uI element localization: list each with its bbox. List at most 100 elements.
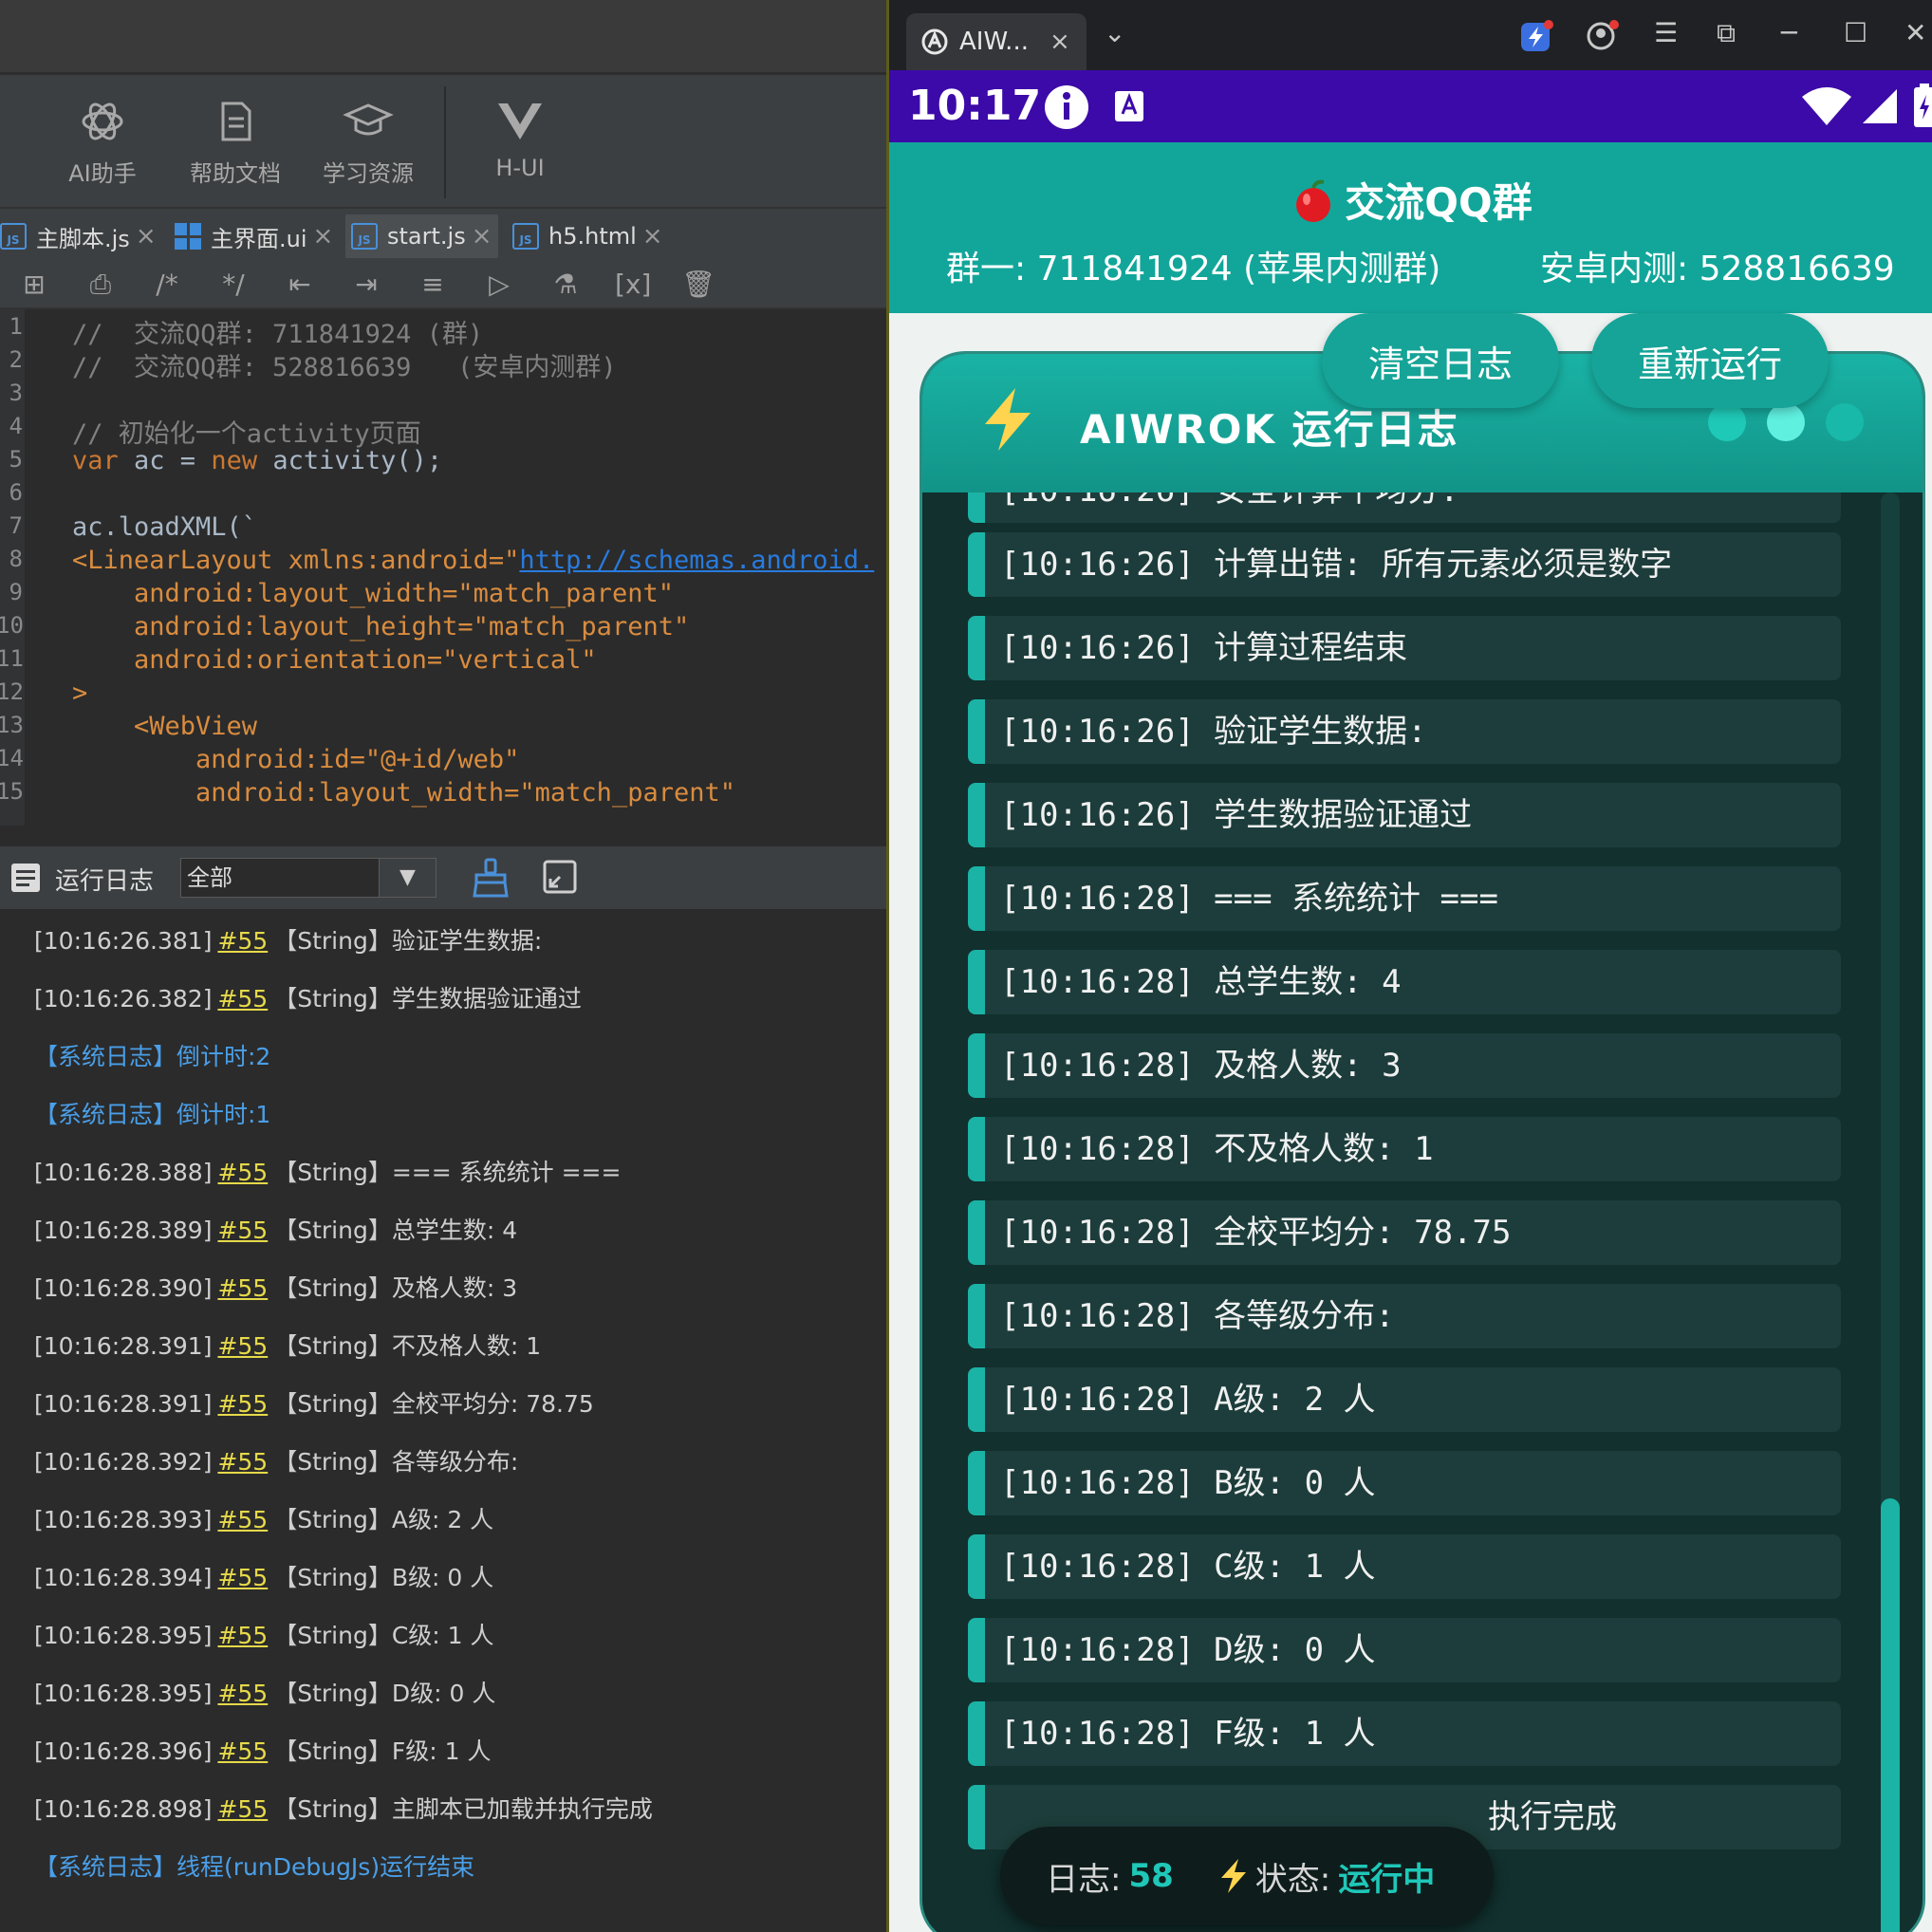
- help-doc-button[interactable]: 帮助文档: [169, 96, 302, 188]
- emulator-tab[interactable]: AIW... ×: [906, 13, 1087, 70]
- log-source-link[interactable]: #55: [217, 1506, 268, 1533]
- chevron-down-icon[interactable]: ⌄: [1104, 17, 1125, 48]
- variable-icon[interactable]: [x]: [615, 268, 651, 302]
- graduation-cap-icon: [343, 103, 394, 136]
- system-log-row: 【系统日志】线程(runDebugJs)运行结束: [34, 1853, 475, 1881]
- log-list-icon: [11, 864, 40, 892]
- log-entry: [10:16:26] 计算出错: 所有元素必须是数字: [968, 532, 1841, 597]
- account-icon[interactable]: [1586, 19, 1620, 53]
- system-log-row: 【系统日志】倒计时:2: [34, 1043, 271, 1070]
- log-source-link[interactable]: #55: [217, 1737, 268, 1765]
- run-icon[interactable]: ▷: [482, 268, 516, 302]
- maximize-icon[interactable]: ☐: [1844, 17, 1867, 48]
- print-icon[interactable]: ⎙: [84, 268, 118, 302]
- clear-log-button[interactable]: 清空日志: [1322, 313, 1559, 408]
- log-source-link[interactable]: #55: [217, 1159, 268, 1186]
- log-entry: [10:16:26] 验证学生数据:: [968, 699, 1841, 764]
- log-panel-header: 运行日志 全部 ▼: [0, 846, 886, 909]
- log-filter-select[interactable]: 全部 ▼: [180, 858, 437, 898]
- vue-logo-icon: [498, 103, 542, 139]
- run-log-card: AIWROK 运行日志 [10:16:26] 安全计算平均分: [10:16:2…: [920, 351, 1925, 1932]
- status-time: 10:17: [908, 82, 1042, 130]
- log-entry: [10:16:28] B级: 0 人: [968, 1451, 1841, 1515]
- log-source-link[interactable]: #55: [217, 1274, 268, 1302]
- file-tab-bar: JS 主脚本.js × 主界面.ui × JS start.js × JS h5…: [0, 207, 886, 260]
- close-icon[interactable]: ×: [136, 222, 157, 251]
- log-source-link[interactable]: #55: [217, 1564, 268, 1591]
- log-row: [10:16:28.391] #55 【String】不及格人数: 1: [34, 1332, 542, 1360]
- log-entry: [10:16:28] 不及格人数: 1: [968, 1117, 1841, 1181]
- log-source-link[interactable]: #55: [217, 1332, 268, 1360]
- comment-start-icon[interactable]: /*: [150, 268, 184, 302]
- log-entry: [10:16:26] 学生数据验证通过: [968, 783, 1841, 847]
- android-status-bar: 10:17: [889, 70, 1932, 142]
- log-row: [10:16:28.391] #55 【String】全校平均分: 78.75: [34, 1390, 594, 1418]
- expand-icon[interactable]: [543, 860, 577, 894]
- signal-icon: [1863, 89, 1897, 123]
- log-source-link[interactable]: #55: [217, 985, 268, 1012]
- tab-main-ui[interactable]: 主界面.ui ×: [175, 214, 333, 258]
- log-row: [10:16:28.394] #55 【String】B级: 0 人: [34, 1564, 494, 1591]
- outdent-icon[interactable]: ⇤: [283, 268, 317, 302]
- js-file-icon: JS: [0, 223, 27, 250]
- close-window-icon[interactable]: ✕: [1904, 17, 1926, 48]
- js-file-icon: JS: [512, 223, 539, 250]
- log-row: [10:16:28.395] #55 【String】D级: 0 人: [34, 1680, 496, 1707]
- close-icon[interactable]: ×: [472, 222, 492, 251]
- editor-toolbar: ⊞ ⎙ /* */ ⇤ ⇥ ≡ ▷ ⚗ [x] 🗑: [0, 260, 886, 309]
- log-source-link[interactable]: #55: [217, 1795, 268, 1823]
- log-source-link[interactable]: #55: [217, 927, 268, 955]
- log-source-link[interactable]: #55: [217, 1448, 268, 1476]
- log-source-link[interactable]: #55: [217, 1622, 268, 1649]
- log-entry: [10:16:26] 计算过程结束: [968, 616, 1841, 680]
- format-icon[interactable]: ≡: [416, 268, 450, 302]
- log-source-link[interactable]: #55: [217, 1680, 268, 1707]
- chevron-down-icon[interactable]: ▼: [379, 859, 436, 897]
- minimize-icon[interactable]: ─: [1781, 17, 1797, 48]
- lightning-icon: [1220, 1859, 1246, 1893]
- log-entry: [10:16:28] 各等级分布:: [968, 1284, 1841, 1348]
- apple-icon: [1296, 179, 1331, 222]
- log-row: [10:16:26.381] #55 【String】验证学生数据:: [34, 927, 543, 955]
- log-entry: [10:16:28] === 系统统计 ===: [968, 866, 1841, 931]
- qq-group-banner: 交流QQ群 群一: 711841924 (苹果内测群) 安卓内测: 528816…: [889, 142, 1932, 313]
- log-source-link[interactable]: #55: [217, 1217, 268, 1244]
- flash-app-icon[interactable]: [1519, 19, 1553, 53]
- log-entry: [10:16:28] C级: 1 人: [968, 1534, 1841, 1599]
- log-source-link[interactable]: #55: [217, 1390, 268, 1418]
- emulator-titlebar: AIW... × ⌄ ☰ ⧉ ─ ☐ ✕: [889, 0, 1932, 70]
- qq-group-android: 安卓内测: 528816639: [1540, 250, 1895, 288]
- close-icon[interactable]: ×: [313, 222, 334, 251]
- log-count: 58: [1128, 1857, 1174, 1895]
- rerun-button[interactable]: 重新运行: [1591, 313, 1829, 408]
- tab-h5-html[interactable]: JS h5.html ×: [512, 214, 663, 258]
- desktop: AI助手 帮助文档 学习资源 H-UI JS 主脚本.js × 主界面.ui ×…: [0, 0, 1932, 1932]
- battery-charging-icon: [1914, 84, 1932, 127]
- flask-icon[interactable]: ⚗: [548, 268, 583, 302]
- help-doc-icon: [221, 102, 251, 141]
- indent-icon[interactable]: ⇥: [349, 268, 383, 302]
- tab-start-js[interactable]: JS start.js ×: [345, 214, 498, 258]
- comment-end-icon[interactable]: */: [216, 268, 251, 302]
- menu-icon[interactable]: ☰: [1654, 17, 1678, 48]
- log-entry: [10:16:26] 安全计算平均分:: [968, 492, 1841, 523]
- close-icon[interactable]: ×: [642, 222, 663, 251]
- delete-icon[interactable]: 🗑: [681, 268, 715, 302]
- ai-assistant-button[interactable]: AI助手: [36, 96, 169, 188]
- log-entry-list[interactable]: [10:16:26] 安全计算平均分: [10:16:26] 计算出错: 所有元…: [922, 492, 1923, 1932]
- log-scrollbar-thumb[interactable]: [1881, 1498, 1900, 1932]
- log-panel-title: 运行日志: [55, 867, 155, 896]
- log-row: [10:16:28.390] #55 【String】及格人数: 3: [34, 1274, 518, 1302]
- app-logo-icon: [921, 28, 948, 55]
- close-icon[interactable]: ×: [1050, 28, 1070, 56]
- ide-window: AI助手 帮助文档 学习资源 H-UI JS 主脚本.js × 主界面.ui ×…: [0, 0, 886, 1932]
- pin-window-icon[interactable]: ⧉: [1717, 17, 1736, 49]
- tab-main-script[interactable]: JS 主脚本.js ×: [0, 214, 157, 258]
- broom-clear-icon[interactable]: [473, 858, 509, 898]
- code-editor[interactable]: 1// 交流QQ群: 711841924 (群) 2// 交流QQ群: 5288…: [0, 309, 886, 826]
- log-row: [10:16:28.396] #55 【String】F级: 1 人: [34, 1737, 492, 1765]
- learning-resources-button[interactable]: 学习资源: [302, 96, 435, 188]
- emulator-window: AIW... × ⌄ ☰ ⧉ ─ ☐ ✕ 10:17 交流QQ群 群一: 711…: [886, 0, 1932, 1932]
- add-square-icon[interactable]: ⊞: [17, 268, 51, 302]
- h-ui-button[interactable]: H-UI: [454, 96, 586, 181]
